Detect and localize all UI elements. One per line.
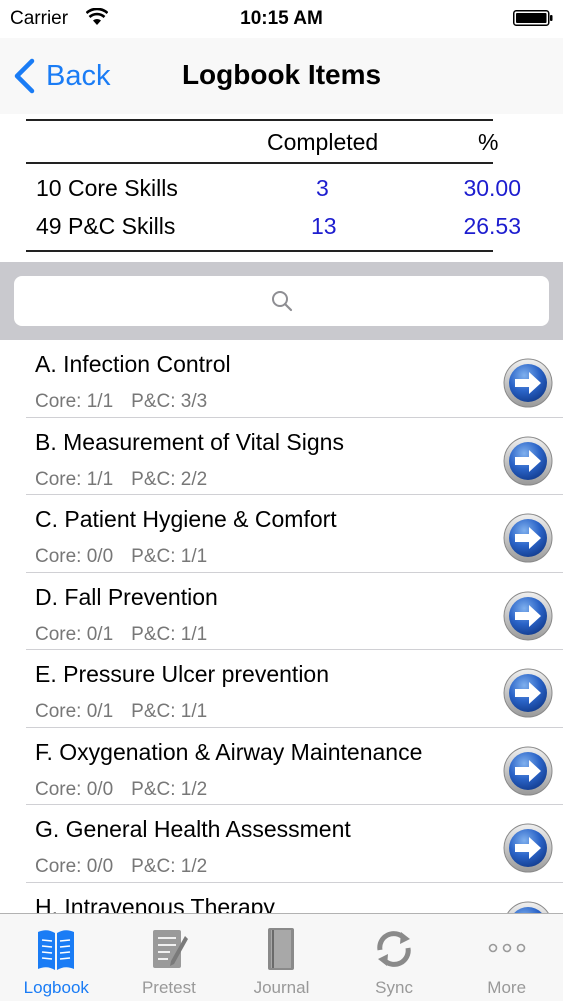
arrow-right-circle-icon[interactable] bbox=[503, 436, 553, 486]
more-icon bbox=[488, 943, 525, 953]
header-completed: Completed bbox=[267, 129, 379, 155]
list-item[interactable]: A. Infection Control Core: 1/1 P&C: 3/3 bbox=[0, 340, 563, 418]
item-core-count: Core: 1/1 bbox=[35, 468, 114, 490]
item-title: D. Fall Prevention bbox=[35, 583, 218, 610]
item-subtitle: Core: 0/1 P&C: 1/1 bbox=[35, 701, 207, 723]
tab-label: Logbook bbox=[23, 978, 89, 997]
tab-label: Sync bbox=[375, 978, 413, 997]
summary-pc-percent: 26.53 bbox=[463, 213, 521, 239]
arrow-right-circle-icon[interactable] bbox=[503, 823, 553, 873]
divider bbox=[26, 162, 493, 164]
list-item[interactable]: G. General Health Assessment Core: 0/0 P&… bbox=[0, 805, 563, 883]
tab-more[interactable]: More bbox=[450, 914, 563, 1001]
item-core-count: Core: 0/0 bbox=[35, 778, 114, 800]
tab-pretest[interactable]: Pretest bbox=[113, 914, 226, 1001]
item-pc-count: P&C: 1/2 bbox=[131, 856, 208, 877]
item-core-count: Core: 0/1 bbox=[35, 701, 114, 722]
search-input[interactable] bbox=[14, 276, 549, 326]
item-subtitle: Core: 1/1 P&C: 2/2 bbox=[35, 469, 207, 491]
arrow-right-circle-icon[interactable] bbox=[503, 591, 553, 641]
item-title: B. Measurement of Vital Signs bbox=[35, 428, 344, 455]
logbook-icon bbox=[38, 930, 75, 970]
divider bbox=[26, 250, 493, 252]
search-bar bbox=[0, 262, 563, 340]
item-title: H. Intravenous Therapy bbox=[35, 893, 275, 914]
item-title: A. Infection Control bbox=[35, 351, 231, 377]
item-subtitle: Core: 0/1 P&C: 1/1 bbox=[35, 624, 207, 646]
battery-icon bbox=[513, 10, 553, 26]
item-subtitle: Core: 0/0 P&C: 1/1 bbox=[35, 546, 207, 568]
arrow-right-circle-icon[interactable] bbox=[503, 513, 553, 563]
arrow-right-circle-icon[interactable] bbox=[503, 746, 553, 796]
summary-core-label: 10 Core Skills bbox=[36, 175, 178, 201]
tab-journal[interactable]: Journal bbox=[225, 914, 338, 1001]
item-title: E. Pressure Ulcer prevention bbox=[35, 661, 330, 687]
tab-sync[interactable]: Sync bbox=[338, 914, 451, 1001]
list-item[interactable]: F. Oxygenation & Airway Maintenance Core… bbox=[0, 728, 563, 805]
item-pc-count: P&C: 2/2 bbox=[131, 468, 208, 490]
tab-label: Journal bbox=[253, 978, 310, 997]
list-item[interactable]: D. Fall Prevention Core: 0/1 P&C: 1/1 bbox=[0, 573, 563, 650]
tab-label: More bbox=[487, 978, 527, 997]
list-item[interactable]: B. Measurement of Vital Signs Core: 1/1 P… bbox=[0, 418, 563, 495]
item-core-count: Core: 1/1 bbox=[35, 391, 114, 412]
status-time: 10:15 AM bbox=[240, 8, 323, 29]
list-item[interactable]: E. Pressure Ulcer prevention Core: 0/1 P&… bbox=[0, 650, 563, 728]
search-icon bbox=[271, 291, 292, 312]
page-title: Logbook Items bbox=[181, 59, 382, 90]
item-subtitle: Core: 1/1 P&C: 3/3 bbox=[35, 391, 207, 413]
item-title: F. Oxygenation & Airway Maintenance bbox=[35, 738, 423, 765]
logbook-items-list: A. Infection Control Core: 1/1 P&C: 3/3 B… bbox=[0, 340, 563, 913]
item-subtitle: Core: 0/0 P&C: 1/2 bbox=[35, 856, 207, 878]
item-subtitle: Core: 0/0 P&C: 1/2 bbox=[35, 779, 207, 801]
header-percent: % bbox=[478, 129, 499, 155]
arrow-right-circle-icon[interactable] bbox=[503, 668, 553, 718]
sync-icon bbox=[377, 931, 411, 967]
item-pc-count: P&C: 1/1 bbox=[131, 546, 208, 567]
tab-label: Pretest bbox=[141, 978, 196, 997]
arrow-right-circle-icon[interactable] bbox=[503, 358, 553, 408]
list-item[interactable]: H. Intravenous Therapy bbox=[0, 883, 563, 914]
arrow-right-circle-icon[interactable] bbox=[503, 901, 553, 914]
journal-icon bbox=[268, 928, 295, 970]
item-pc-count: P&C: 1/1 bbox=[131, 701, 208, 722]
item-title: G. General Health Assessment bbox=[35, 816, 351, 842]
item-core-count: Core: 0/0 bbox=[35, 546, 114, 567]
item-title: C. Patient Hygiene & Comfort bbox=[35, 506, 337, 532]
item-pc-count: P&C: 3/3 bbox=[131, 391, 208, 412]
tab-logbook[interactable]: Logbook bbox=[0, 914, 113, 1001]
summary-pc-completed: 13 bbox=[311, 213, 337, 239]
summary-pc-label: 49 P&C Skills bbox=[36, 213, 176, 239]
skills-summary-table: Completed % 10 Core Skills 3 30.00 49 P&… bbox=[0, 114, 563, 262]
tab-bar: Logbook Pretest Journal Sync More bbox=[0, 913, 563, 1001]
divider bbox=[26, 119, 493, 121]
summary-core-completed: 3 bbox=[316, 175, 329, 201]
navigation-bar: Back Logbook Items bbox=[0, 38, 563, 115]
list-item[interactable]: C. Patient Hygiene & Comfort Core: 0/0 P&… bbox=[0, 495, 563, 573]
summary-core-percent: 30.00 bbox=[463, 175, 521, 201]
item-pc-count: P&C: 1/1 bbox=[131, 623, 208, 645]
status-bar: Carrier 10:15 AM bbox=[0, 0, 563, 38]
item-core-count: Core: 0/1 bbox=[35, 623, 114, 645]
pretest-icon bbox=[152, 930, 188, 968]
item-pc-count: P&C: 1/2 bbox=[131, 778, 208, 800]
item-core-count: Core: 0/0 bbox=[35, 856, 114, 877]
